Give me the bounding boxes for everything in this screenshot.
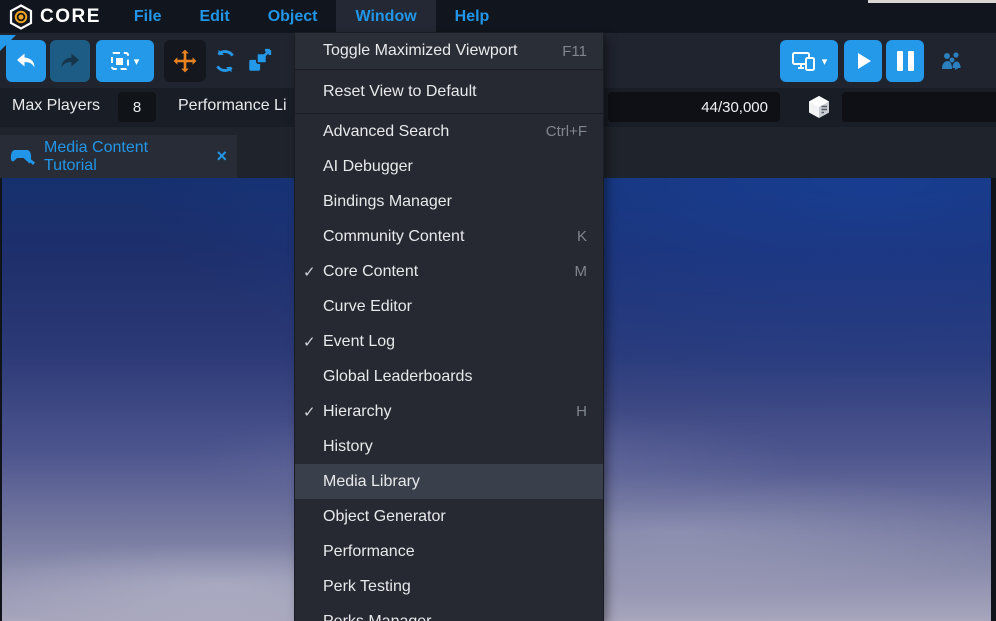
menu-item-media-library[interactable]: ✓Media Library xyxy=(295,464,603,499)
menu-item-perks-manager[interactable]: ✓Perks Manager xyxy=(295,604,603,621)
check-icon: ✓ xyxy=(303,403,323,421)
max-players-input[interactable]: 8 xyxy=(118,92,156,122)
menu-item-advanced-search[interactable]: ✓Advanced SearchCtrl+F xyxy=(295,114,603,149)
secondary-readout xyxy=(842,92,996,122)
progress-track xyxy=(868,0,996,3)
menu-item-community-content[interactable]: ✓Community ContentK xyxy=(295,219,603,254)
menu-item-event-log[interactable]: ✓Event Log xyxy=(295,324,603,359)
core-logo: CORE xyxy=(0,4,115,30)
undo-icon xyxy=(14,49,38,73)
move-tool-button[interactable] xyxy=(164,40,206,82)
performance-limits-label: Performance Li xyxy=(178,97,287,115)
menu-item-global-leaderboards[interactable]: ✓Global Leaderboards xyxy=(295,359,603,394)
menubar-item-file[interactable]: File xyxy=(115,0,181,33)
multiplayer-icon xyxy=(938,47,966,75)
move-tool-icon xyxy=(172,48,198,74)
menu-item-hierarchy[interactable]: ✓HierarchyH xyxy=(295,394,603,429)
tab-close-icon[interactable]: × xyxy=(216,146,227,167)
tutorial-gamepad-icon xyxy=(10,146,36,168)
menu-bar: CORE File Edit Object Window Help xyxy=(0,0,996,33)
menubar-item-edit[interactable]: Edit xyxy=(180,0,248,33)
menu-item-toggle-maximized-viewport[interactable]: ✓Toggle Maximized ViewportF11 xyxy=(295,33,603,70)
chevron-down-icon: ▾ xyxy=(822,55,828,68)
undo-button[interactable] xyxy=(6,40,46,82)
menu-item-reset-view-to-default[interactable]: ✓Reset View to Default xyxy=(295,70,603,114)
menu-item-history[interactable]: ✓History xyxy=(295,429,603,464)
chevron-down-icon: ▾ xyxy=(134,55,140,68)
menubar-item-window[interactable]: Window xyxy=(336,0,435,33)
max-players-label: Max Players xyxy=(12,97,100,115)
check-icon: ✓ xyxy=(303,333,323,351)
menubar-item-object[interactable]: Object xyxy=(249,0,337,33)
selection-mode-icon xyxy=(111,52,129,70)
scale-tool-icon xyxy=(246,48,272,74)
menu-item-perk-testing[interactable]: ✓Perk Testing xyxy=(295,569,603,604)
scale-tool-button[interactable] xyxy=(243,40,275,82)
rotate-tool-button[interactable] xyxy=(210,40,240,82)
menu-item-curve-editor[interactable]: ✓Curve Editor xyxy=(295,289,603,324)
check-icon: ✓ xyxy=(303,263,323,281)
window-dropdown-menu: ✓Toggle Maximized ViewportF11 ✓Reset Vie… xyxy=(295,33,603,621)
object-cube-icon xyxy=(806,94,832,120)
menu-item-core-content[interactable]: ✓Core ContentM xyxy=(295,254,603,289)
pause-icon xyxy=(897,51,914,71)
redo-button[interactable] xyxy=(50,40,90,82)
tab-label: Media Content Tutorial xyxy=(44,139,204,175)
core-editor-window: CORE File Edit Object Window Help ▾ xyxy=(0,0,996,621)
object-count-readout: 44/30,000 xyxy=(608,92,780,122)
menubar-item-help[interactable]: Help xyxy=(436,0,509,33)
top-progress-strip xyxy=(808,0,996,3)
play-button[interactable] xyxy=(844,40,882,82)
selection-mode-button[interactable]: ▾ xyxy=(96,40,154,82)
core-logo-text: CORE xyxy=(40,6,101,28)
multiplayer-preview-button[interactable] xyxy=(934,40,970,82)
device-preview-icon xyxy=(791,49,817,73)
menu-item-performance[interactable]: ✓Performance xyxy=(295,534,603,569)
redo-icon xyxy=(58,49,82,73)
device-preview-button[interactable]: ▾ xyxy=(780,40,838,82)
rotate-tool-icon xyxy=(212,48,238,74)
menu-item-object-generator[interactable]: ✓Object Generator xyxy=(295,499,603,534)
tab-media-content-tutorial[interactable]: Media Content Tutorial × xyxy=(0,135,237,178)
core-logo-icon xyxy=(8,4,34,30)
pause-button[interactable] xyxy=(886,40,924,82)
play-icon xyxy=(852,50,874,72)
progress-fill xyxy=(808,0,868,3)
menu-item-ai-debugger[interactable]: ✓AI Debugger xyxy=(295,149,603,184)
menu-item-bindings-manager[interactable]: ✓Bindings Manager xyxy=(295,184,603,219)
